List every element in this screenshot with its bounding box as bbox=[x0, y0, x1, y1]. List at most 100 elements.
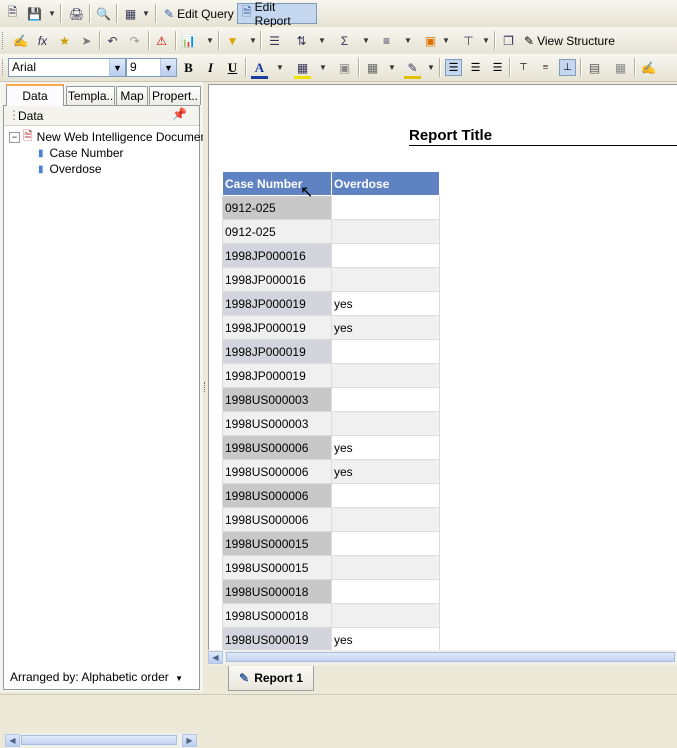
border-color-icon[interactable]: ✎ bbox=[404, 59, 421, 79]
fill-color-icon[interactable]: ▦ bbox=[294, 59, 311, 79]
align-bottom-button[interactable]: ⊥ bbox=[559, 59, 576, 76]
overdose-cell[interactable] bbox=[331, 243, 440, 268]
format-painter-icon[interactable]: ➤ bbox=[78, 32, 95, 49]
tab-map[interactable]: Map bbox=[116, 86, 148, 105]
scroll-left-icon[interactable]: ◀ bbox=[208, 651, 223, 664]
insert-cell-icon[interactable]: ✍ bbox=[12, 32, 29, 49]
merge-cells-icon[interactable]: ▦ bbox=[612, 59, 629, 76]
overdose-cell[interactable] bbox=[331, 555, 440, 580]
chart-icon[interactable]: 📊 bbox=[180, 32, 197, 49]
scroll-thumb[interactable] bbox=[21, 735, 177, 745]
wrap-text-icon[interactable]: ▤ bbox=[586, 59, 603, 76]
alerter-icon[interactable]: ▣ bbox=[422, 32, 439, 49]
alerter-dropdown[interactable]: ▼ bbox=[442, 32, 450, 49]
tab-properties[interactable]: Propert.. bbox=[149, 86, 201, 105]
calculation-dropdown[interactable]: ▼ bbox=[362, 32, 370, 49]
view-icon[interactable]: ▦ bbox=[122, 5, 139, 22]
chart-dropdown[interactable]: ▼ bbox=[206, 32, 214, 49]
column-header-case-number[interactable]: Case Number bbox=[222, 171, 332, 196]
ranking-icon[interactable]: ≡ bbox=[378, 32, 395, 49]
case-number-cell[interactable]: 1998US000018 bbox=[222, 603, 332, 628]
overdose-cell[interactable] bbox=[331, 219, 440, 244]
edit-query-button[interactable]: ✎ Edit Query bbox=[160, 3, 238, 24]
sort-icon[interactable]: ⇅ bbox=[293, 32, 310, 49]
toolbar-grip[interactable] bbox=[2, 32, 6, 49]
overdose-cell[interactable] bbox=[331, 411, 440, 436]
sort-dropdown[interactable]: ▼ bbox=[318, 32, 326, 49]
case-number-cell[interactable]: 0912-025 bbox=[222, 195, 332, 220]
print-icon[interactable]: 🖨 bbox=[68, 5, 85, 22]
align-right-button[interactable]: ☰ bbox=[489, 59, 506, 76]
align-top-button[interactable]: ⊤ bbox=[515, 59, 532, 76]
case-number-cell[interactable]: 1998US000018 bbox=[222, 579, 332, 604]
tree-node-root[interactable]: − 🗎 New Web Intelligence Document bbox=[9, 129, 211, 145]
case-number-cell[interactable]: 1998US000019 bbox=[222, 627, 332, 650]
font-size-select[interactable]: 9 ▼ bbox=[126, 58, 177, 77]
warning-icon[interactable]: ⚠ bbox=[153, 32, 170, 49]
duplicate-icon[interactable]: ❐ bbox=[500, 32, 517, 49]
overdose-cell[interactable] bbox=[331, 387, 440, 412]
variable-icon[interactable]: ★ bbox=[56, 32, 73, 49]
break-icon[interactable]: ☰ bbox=[266, 32, 283, 49]
case-number-cell[interactable]: 1998JP000019 bbox=[222, 315, 332, 340]
case-number-cell[interactable]: 1998JP000016 bbox=[222, 267, 332, 292]
case-number-cell[interactable]: 1998US000006 bbox=[222, 483, 332, 508]
border-dropdown[interactable]: ▼ bbox=[388, 59, 396, 76]
redo-icon[interactable]: ↷ bbox=[126, 32, 143, 49]
new-document-icon[interactable]: 🗎 bbox=[4, 5, 21, 22]
font-color-dropdown[interactable]: ▼ bbox=[276, 59, 284, 76]
case-number-cell[interactable]: 1998JP000016 bbox=[222, 243, 332, 268]
fill-color-dropdown[interactable]: ▼ bbox=[319, 59, 327, 76]
clear-format-icon[interactable]: ✍ bbox=[640, 59, 657, 76]
tab-templates[interactable]: Templa.. bbox=[66, 86, 115, 105]
overdose-cell[interactable] bbox=[331, 603, 440, 628]
case-number-cell[interactable]: 1998US000006 bbox=[222, 435, 332, 460]
case-number-cell[interactable]: 1998JP000019 bbox=[222, 363, 332, 388]
align-middle-button[interactable]: ≡ bbox=[537, 59, 554, 76]
overdose-cell[interactable] bbox=[331, 531, 440, 556]
formula-icon[interactable]: fx bbox=[34, 32, 51, 49]
ranking-dropdown[interactable]: ▼ bbox=[404, 32, 412, 49]
track-dropdown[interactable]: ▼ bbox=[482, 32, 490, 49]
filter-icon[interactable]: ▼ bbox=[224, 32, 241, 49]
scroll-left-icon[interactable]: ◀ bbox=[5, 734, 20, 747]
collapse-icon[interactable]: − bbox=[9, 131, 20, 143]
column-header-overdose[interactable]: Overdose bbox=[331, 171, 440, 196]
bold-button[interactable]: B bbox=[180, 59, 197, 76]
overdose-cell[interactable] bbox=[331, 483, 440, 508]
align-left-button[interactable]: ☰ bbox=[445, 59, 462, 76]
overdose-cell[interactable] bbox=[331, 267, 440, 292]
overdose-cell[interactable]: yes bbox=[331, 435, 440, 460]
case-number-cell[interactable]: 1998US000006 bbox=[222, 459, 332, 484]
case-number-cell[interactable]: 1998US000006 bbox=[222, 507, 332, 532]
overdose-cell[interactable] bbox=[331, 363, 440, 388]
overdose-cell[interactable]: yes bbox=[331, 627, 440, 650]
tab-data[interactable]: Data bbox=[6, 84, 64, 106]
image-icon[interactable]: ▣ bbox=[336, 59, 353, 76]
case-number-cell[interactable]: 1998JP000019 bbox=[222, 339, 332, 364]
case-number-cell[interactable]: 1998JP000019 bbox=[222, 291, 332, 316]
view-structure-button[interactable]: ✎ View Structure bbox=[520, 30, 619, 51]
report-title[interactable]: Report Title bbox=[409, 127, 677, 146]
case-number-cell[interactable]: 0912-025 bbox=[222, 219, 332, 244]
tree-node-overdose[interactable]: ▮ Overdose bbox=[38, 161, 102, 177]
italic-button[interactable]: I bbox=[202, 59, 219, 76]
border-icon[interactable]: ▦ bbox=[364, 59, 381, 76]
chevron-down-icon[interactable]: ▼ bbox=[160, 59, 176, 76]
filter-dropdown[interactable]: ▼ bbox=[249, 32, 257, 49]
save-icon[interactable]: 💾 bbox=[26, 5, 43, 22]
find-icon[interactable]: 🔍 bbox=[95, 5, 112, 22]
chevron-down-icon[interactable]: ▼ bbox=[109, 59, 125, 76]
font-color-button[interactable]: A bbox=[251, 59, 268, 79]
toolbar-grip[interactable] bbox=[2, 59, 6, 76]
tab-report-1[interactable]: ✎ Report 1 bbox=[228, 666, 314, 691]
save-dropdown[interactable]: ▼ bbox=[48, 5, 56, 22]
overdose-cell[interactable] bbox=[331, 195, 440, 220]
view-dropdown[interactable]: ▼ bbox=[142, 5, 150, 22]
overdose-cell[interactable] bbox=[331, 507, 440, 532]
overdose-cell[interactable] bbox=[331, 579, 440, 604]
overdose-cell[interactable] bbox=[331, 339, 440, 364]
scroll-right-icon[interactable]: ▶ bbox=[182, 734, 197, 747]
calculation-icon[interactable]: Σ bbox=[336, 32, 353, 49]
pin-icon[interactable]: 📌 bbox=[172, 107, 187, 121]
